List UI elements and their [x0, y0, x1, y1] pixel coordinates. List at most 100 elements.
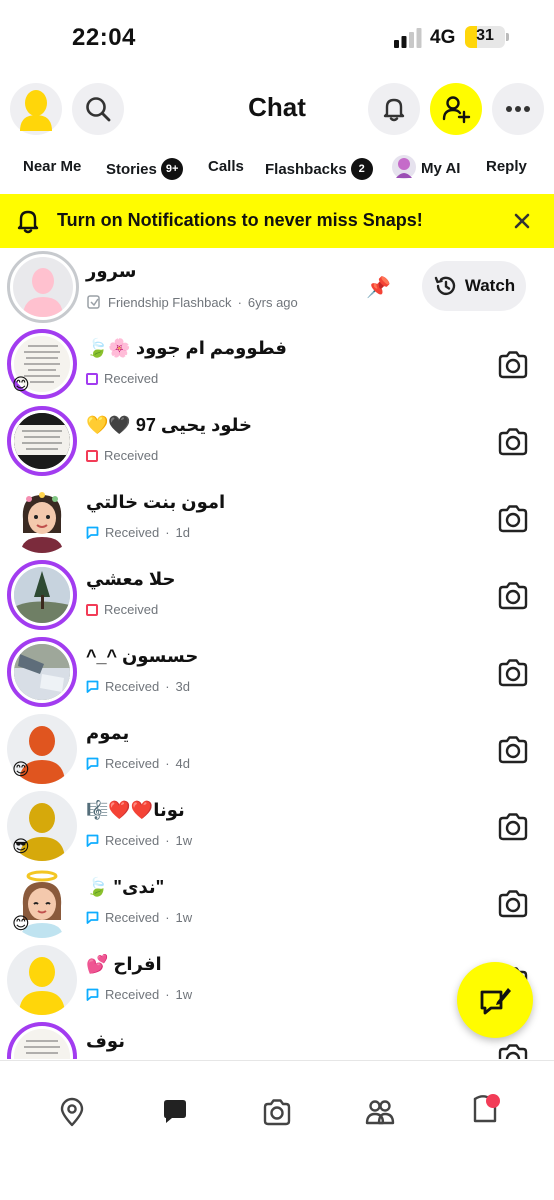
dot-separator: · — [165, 756, 170, 771]
camera-icon[interactable] — [496, 579, 530, 613]
dot-separator: · — [165, 987, 170, 1002]
avatar — [7, 251, 79, 323]
flashback-icon — [87, 295, 100, 309]
camera-icon[interactable] — [262, 1097, 292, 1127]
history-icon — [434, 276, 456, 295]
received-chat-blue-icon — [86, 526, 99, 539]
add-friend-button[interactable] — [430, 83, 482, 135]
chat-row[interactable]: حسسون ^_^ Received · 3d — [0, 634, 554, 711]
dot-separator: · — [165, 833, 170, 848]
tab-label: Flashbacks — [265, 160, 347, 178]
more-button[interactable] — [492, 83, 544, 135]
battery-icon: 31 — [465, 26, 505, 48]
received-chat-blue-icon — [86, 757, 99, 770]
chat-row[interactable]: 😊 "ندى" 🍃 Received · 1w — [0, 865, 554, 942]
dot-separator: · — [165, 910, 170, 925]
chat-row[interactable]: خلود يحيى 97 🖤💛 Received — [0, 403, 554, 480]
notifications-banner[interactable]: Turn on Notifications to never miss Snap… — [0, 194, 554, 248]
tab-my-ai[interactable]: My AI — [391, 154, 460, 182]
bottom-navigation — [0, 1060, 554, 1200]
chat-status: Received · 1w — [86, 987, 192, 1002]
chat-status: Received · 4d — [86, 756, 190, 771]
received-chat-blue-icon — [86, 680, 99, 693]
avatar — [7, 637, 77, 707]
status-time: 4d — [175, 756, 191, 771]
camera-icon[interactable] — [496, 810, 530, 844]
chat-name: حسسون ^_^ — [86, 646, 199, 666]
chat-status: Received · 1w — [86, 910, 192, 925]
my-ai-avatar-icon — [392, 155, 416, 179]
status-label: Received — [104, 371, 159, 386]
banner-text: Turn on Notifications to never miss Snap… — [57, 210, 423, 230]
bell-icon — [383, 98, 405, 122]
camera-icon[interactable] — [496, 656, 530, 690]
tab-reply[interactable]: Reply — [486, 158, 527, 175]
notifications-button[interactable] — [368, 83, 420, 135]
chat-list: سرور Friendship Flashback · 6yrs ago 📌 W… — [0, 249, 554, 1059]
camera-icon[interactable] — [496, 887, 530, 921]
chat-name: "ندى" 🍃 — [86, 877, 165, 897]
camera-icon[interactable] — [496, 425, 530, 459]
chat-row[interactable]: حلا معشي Received — [0, 557, 554, 634]
received-snap-purple-icon — [86, 372, 98, 385]
chat-bubble-icon[interactable] — [160, 1097, 190, 1127]
tab-label: My AI — [421, 159, 461, 177]
friend-emoji: 😊 — [12, 760, 30, 779]
tab-label: Calls — [208, 158, 244, 175]
chat-row[interactable]: 😊 فطوومم ام جوود 🌸🍃 Received — [0, 326, 554, 403]
stories-icon[interactable] — [467, 1091, 503, 1127]
new-chat-button[interactable] — [457, 962, 533, 1038]
close-icon[interactable] — [514, 213, 530, 229]
tab-flashbacks[interactable]: Flashbacks 2 — [265, 158, 373, 180]
flashbacks-count-badge: 2 — [350, 158, 373, 180]
filter-tabs: Near Me Stories 9+ Calls Flashbacks 2 My… — [0, 150, 554, 188]
chat-name: امون بنت خالتي — [86, 492, 226, 512]
map-pin-icon[interactable] — [57, 1097, 87, 1127]
chat-status: Received — [86, 371, 158, 386]
tab-calls[interactable]: Calls — [208, 158, 244, 175]
add-friend-icon — [442, 96, 471, 124]
chat-row[interactable]: 😎 نونا❤️❤️🎼 Received · 1w — [0, 788, 554, 865]
friend-emoji: 😎 — [12, 837, 30, 856]
tab-label: Stories — [106, 160, 157, 178]
status-label: Received — [104, 602, 159, 617]
battery-percent: 31 — [476, 27, 494, 44]
cellular-signal-icon — [394, 28, 422, 48]
status-label: Received — [104, 448, 159, 463]
status-label: Received — [105, 987, 160, 1002]
camera-icon[interactable] — [496, 1041, 530, 1059]
watch-button[interactable]: Watch — [422, 261, 526, 311]
story-thumbnail — [14, 567, 70, 623]
chat-name: يموم — [86, 723, 130, 743]
status-time: 3d — [175, 679, 191, 694]
chat-row[interactable]: 😊 يموم Received · 4d — [0, 711, 554, 788]
tab-stories[interactable]: Stories 9+ — [106, 158, 184, 180]
camera-icon[interactable] — [496, 348, 530, 382]
stories-count-badge: 9+ — [160, 158, 184, 180]
dot-separator: · — [237, 294, 242, 310]
status-time: 1d — [175, 525, 191, 540]
chat-name: نوف — [86, 1031, 125, 1051]
friends-icon[interactable] — [365, 1097, 395, 1127]
chat-row-pinned[interactable]: سرور Friendship Flashback · 6yrs ago 📌 W… — [0, 249, 554, 326]
received-chat-blue-icon — [86, 911, 99, 924]
camera-icon[interactable] — [496, 733, 530, 767]
bell-icon — [17, 210, 39, 234]
chat-row[interactable]: امون بنت خالتي Received · 1d — [0, 480, 554, 557]
chat-status: Received · 3d — [86, 679, 190, 694]
chat-status: Friendship Flashback · 6yrs ago — [86, 294, 298, 310]
status-label: Received — [105, 525, 160, 540]
story-thumbnail — [14, 644, 70, 700]
camera-icon[interactable] — [496, 502, 530, 536]
tab-near-me[interactable]: Near Me — [23, 158, 81, 175]
status-time: 22:04 — [72, 24, 136, 51]
dot-separator: · — [165, 525, 170, 540]
received-chat-blue-icon — [86, 988, 99, 1001]
avatar — [7, 560, 77, 630]
chat-name: افراح 💕 — [86, 954, 162, 974]
status-label: Friendship Flashback — [108, 294, 232, 310]
chat-name: نونا❤️❤️🎼 — [86, 800, 185, 820]
avatar — [7, 483, 77, 553]
chat-name: حلا معشي — [86, 569, 176, 589]
chat-name: فطوومم ام جوود 🌸🍃 — [86, 338, 287, 358]
